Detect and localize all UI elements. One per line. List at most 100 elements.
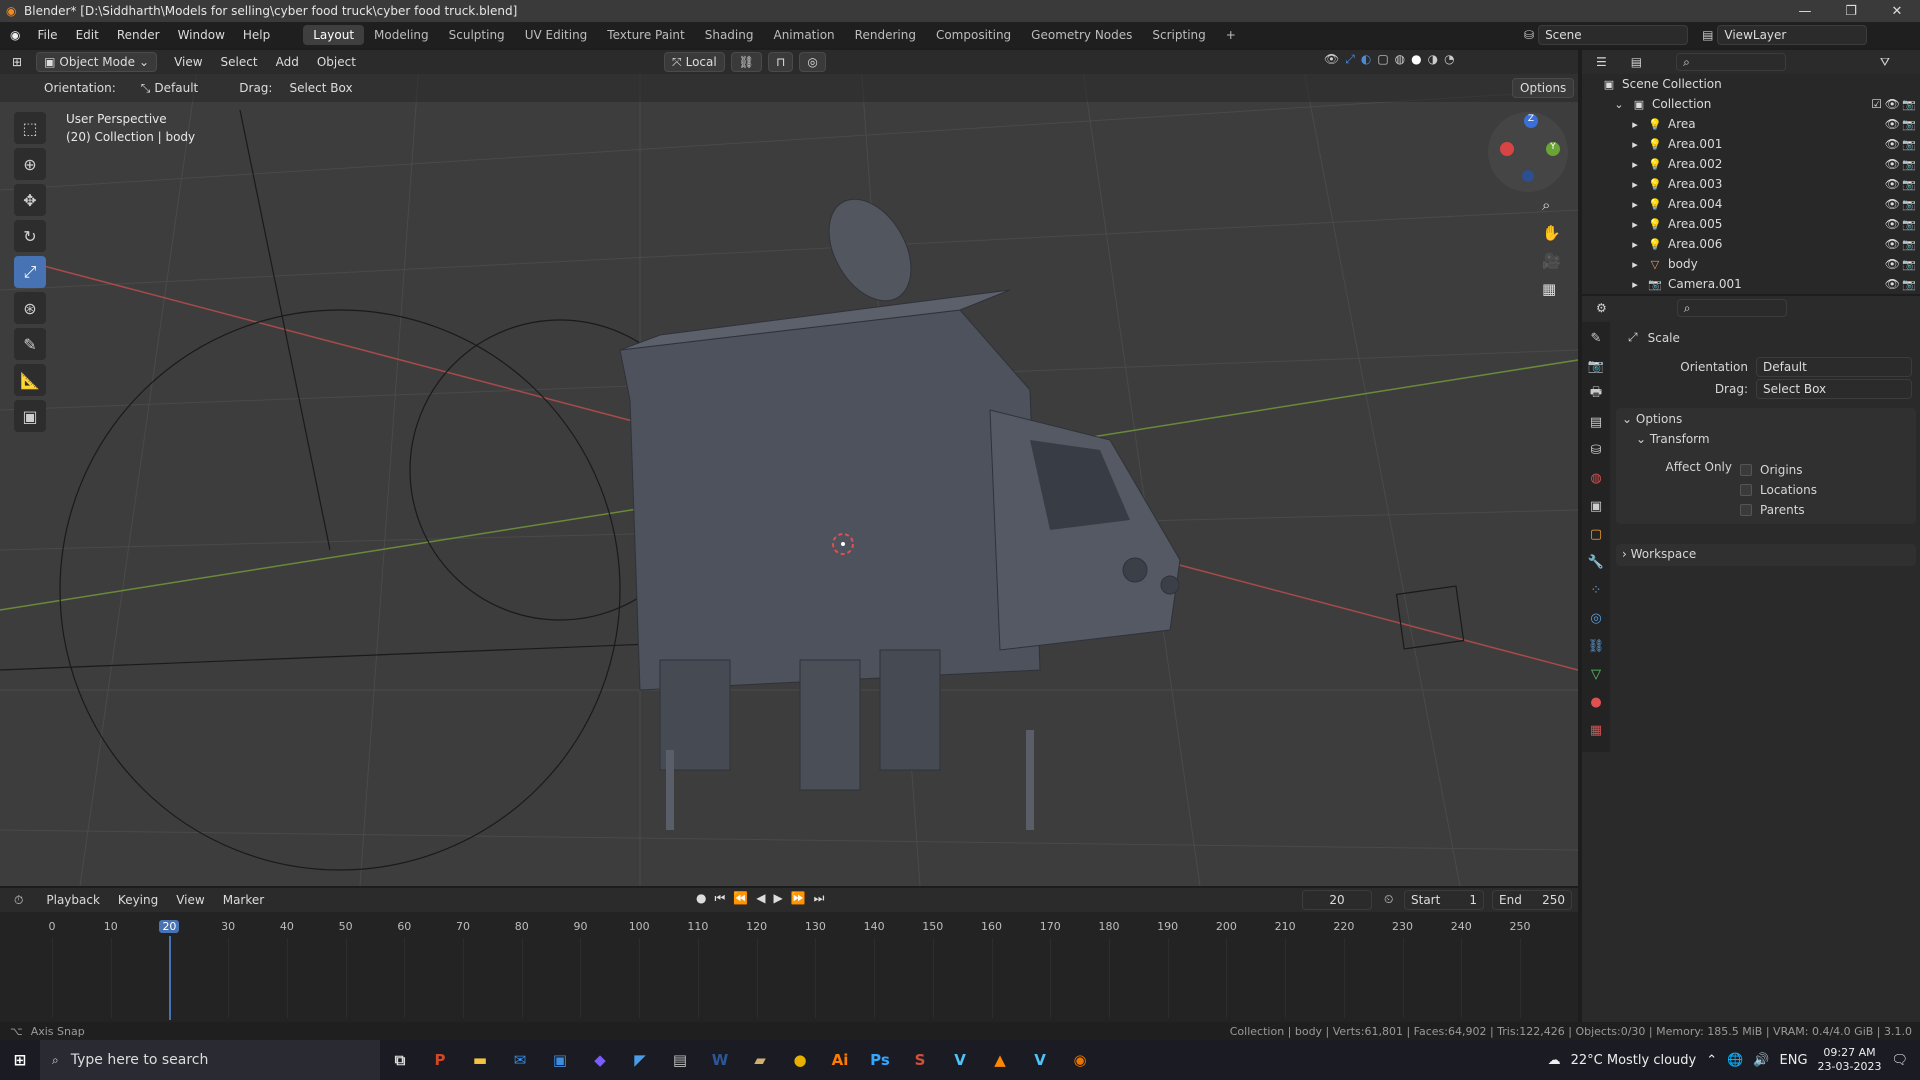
gizmo-z-neg-icon[interactable] (1522, 170, 1534, 182)
filter-icon[interactable]: ⛛ (1880, 55, 1890, 70)
snap-toggle[interactable]: ⊓ (767, 52, 794, 72)
outliner-item[interactable]: ▸ 💡 Area.006 👁 📷 (1582, 234, 1920, 254)
eye-icon[interactable]: 👁 (1885, 177, 1900, 191)
chevron-right-icon[interactable]: ▸ (1628, 197, 1642, 211)
network-icon[interactable]: 🌐 (1727, 1053, 1743, 1068)
tab--[interactable]: + (1216, 25, 1246, 45)
add-cube-tool[interactable]: ▣ (14, 400, 46, 432)
menu-edit[interactable]: Edit (67, 28, 108, 42)
prev-keyframe-icon[interactable]: ⏪ (733, 891, 748, 906)
eye-icon[interactable]: 👁 (1885, 277, 1900, 291)
store-icon[interactable]: ▣ (540, 1040, 580, 1080)
gizmo-y-icon[interactable]: Y (1546, 142, 1560, 156)
menu-render[interactable]: Render (108, 28, 169, 42)
properties-editor-icon[interactable]: ⚙ (1596, 301, 1607, 315)
timeline-menu-view[interactable]: View (167, 893, 213, 907)
world-tab-icon[interactable]: ◍ (1584, 466, 1608, 490)
tab-uv-editing[interactable]: UV Editing (515, 25, 598, 45)
weather-text[interactable]: 22°C Mostly cloudy (1571, 1053, 1697, 1068)
camera-render-icon[interactable]: 📷 (1902, 198, 1916, 211)
chevron-right-icon[interactable]: ▸ (1628, 177, 1642, 191)
viewlayer-icon[interactable]: ▤ (1702, 28, 1713, 42)
camera-render-icon[interactable]: 📷 (1902, 158, 1916, 171)
collection-tab-icon[interactable]: ▣ (1584, 494, 1608, 518)
camera-render-icon[interactable]: 📷 (1902, 278, 1916, 291)
chevron-right-icon[interactable]: ▸ (1628, 257, 1642, 271)
current-frame-input[interactable]: 20 (1302, 890, 1372, 910)
xray-toggle-icon[interactable]: ▢ (1377, 52, 1388, 67)
navigation-gizmo[interactable]: Z Y (1488, 112, 1568, 192)
language-indicator[interactable]: ENG (1780, 1053, 1808, 1068)
tab-compositing[interactable]: Compositing (926, 25, 1021, 45)
eye-icon[interactable]: 👁 (1885, 237, 1900, 251)
outliner-search-input[interactable]: ⌕ (1676, 53, 1787, 71)
solid-shading-icon[interactable]: ● (1411, 52, 1421, 67)
checkbox-icon[interactable]: ☑ (1871, 97, 1882, 111)
camera-render-icon[interactable]: 📷 (1902, 238, 1916, 251)
tab-modeling[interactable]: Modeling (364, 25, 439, 45)
clock[interactable]: 09:27 AM 23-03-2023 (1818, 1046, 1882, 1074)
camera-render-icon[interactable]: 📷 (1902, 218, 1916, 231)
rendered-shading-icon[interactable]: ◔ (1444, 52, 1454, 67)
chevron-right-icon[interactable]: ▸ (1628, 277, 1642, 291)
options-dropdown[interactable]: Options (1512, 78, 1575, 98)
jump-start-icon[interactable]: ⏮ (714, 891, 725, 906)
app2-icon[interactable]: ◤ (620, 1040, 660, 1080)
word-icon[interactable]: W (700, 1040, 740, 1080)
tool-tab-icon[interactable]: ✎ (1584, 326, 1608, 350)
object-tab-icon[interactable]: ▢ (1584, 522, 1608, 546)
eye-icon[interactable]: 👁 (1885, 197, 1900, 211)
checkbox-box[interactable] (1740, 504, 1752, 516)
checkbox-box[interactable] (1740, 464, 1752, 476)
viewport-menu-add[interactable]: Add (267, 55, 308, 69)
tab-shading[interactable]: Shading (695, 25, 764, 45)
outliner-item[interactable]: ▸ 💡 Area.003 👁 📷 (1582, 174, 1920, 194)
volume-icon[interactable]: 🔊 (1753, 1053, 1769, 1068)
tab-geometry-nodes[interactable]: Geometry Nodes (1021, 25, 1142, 45)
outliner-item[interactable]: ▸ 💡 Area 👁 📷 (1582, 114, 1920, 134)
minimize-button[interactable]: — (1782, 0, 1828, 22)
view-layer-tab-icon[interactable]: ▤ (1584, 410, 1608, 434)
maximize-button[interactable]: ❐ (1828, 0, 1874, 22)
camera-view-icon[interactable]: 🎥 (1542, 252, 1561, 270)
outliner-editor-icon[interactable]: ☰ (1596, 55, 1607, 69)
checkbox-box[interactable] (1740, 484, 1752, 496)
app7-icon[interactable]: V (1020, 1040, 1060, 1080)
visibility-icon[interactable]: 👁 (1324, 52, 1339, 67)
render-tab-icon[interactable]: 📷 (1584, 354, 1608, 378)
data-tab-icon[interactable]: ▽ (1584, 662, 1608, 686)
scale-tool[interactable]: ⤢ (14, 256, 46, 288)
props-orientation-dropdown[interactable]: Default (1756, 357, 1912, 377)
scene-icon[interactable]: ⛁ (1524, 28, 1534, 42)
eye-icon[interactable]: 👁 (1885, 117, 1900, 131)
play-icon[interactable]: ▶ (773, 891, 782, 906)
checkbox-parents[interactable]: Parents (1740, 500, 1817, 520)
scene-tab-icon[interactable]: ⛁ (1584, 438, 1608, 462)
viewport-menu-object[interactable]: Object (308, 55, 365, 69)
timeline-editor-icon[interactable]: ⏱ (14, 893, 23, 908)
tab-layout[interactable]: Layout (303, 25, 365, 45)
scene-field[interactable]: Scene (1538, 25, 1689, 45)
app4-icon[interactable]: ▰ (740, 1040, 780, 1080)
record-icon[interactable]: ● (696, 891, 706, 906)
annotate-tool[interactable]: ✎ (14, 328, 46, 360)
next-keyframe-icon[interactable]: ⏩ (791, 891, 806, 906)
camera-render-icon[interactable]: 📷 (1902, 118, 1916, 131)
drag-dropdown[interactable]: Select Box (282, 78, 359, 98)
camera-render-icon[interactable]: 📷 (1902, 98, 1916, 111)
play-reverse-icon[interactable]: ◀ (756, 891, 765, 906)
material-shading-icon[interactable]: ◑ (1428, 52, 1438, 67)
output-tab-icon[interactable]: 🖶 (1584, 382, 1608, 406)
grid-toggle-icon[interactable]: ▦ (1542, 280, 1561, 298)
options-panel-header[interactable]: ⌄ Options (1622, 412, 1910, 432)
eye-icon[interactable]: 👁 (1885, 217, 1900, 231)
blender-icon[interactable]: ◉ (1060, 1040, 1100, 1080)
weather-icon[interactable]: ☁ (1548, 1053, 1561, 1068)
outliner-item[interactable]: ▸ 💡 Area.004 👁 📷 (1582, 194, 1920, 214)
checkbox-locations[interactable]: Locations (1740, 480, 1817, 500)
task-view-icon[interactable]: ⧉ (380, 1040, 420, 1080)
wireframe-shading-icon[interactable]: ◍ (1395, 52, 1405, 67)
timeline-ruler[interactable]: 0 10 20 30 40 50 60 70 80 90 100 110 120 130 140 150 160… (0, 912, 1578, 1020)
cursor-tool[interactable]: ⊕ (14, 148, 46, 180)
overlay-toggle-icon[interactable]: ◐ (1361, 52, 1371, 67)
